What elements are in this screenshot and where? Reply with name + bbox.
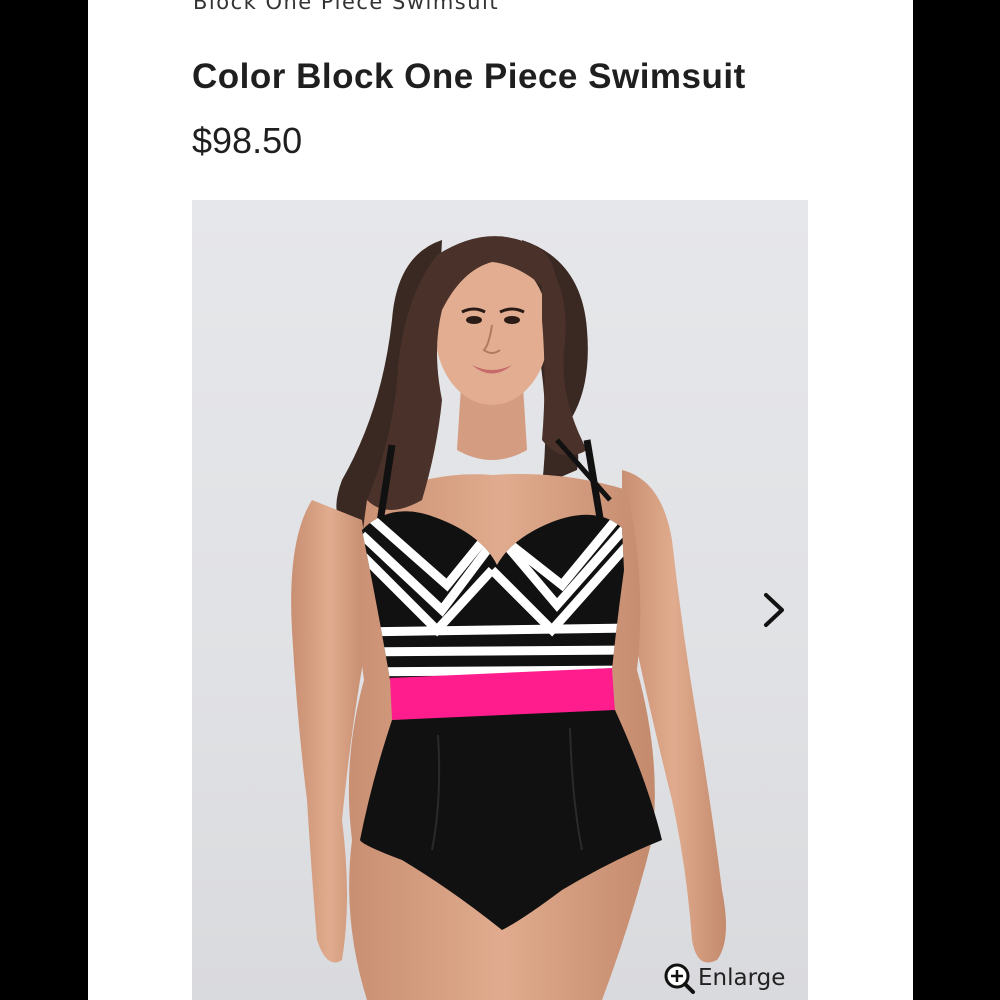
next-image-button[interactable] <box>757 590 791 630</box>
product-price: $98.50 <box>192 120 303 161</box>
enlarge-label: Enlarge <box>698 965 786 991</box>
chevron-right-icon <box>764 593 784 627</box>
product-title: Color Block One Piece Swimsuit <box>192 57 746 96</box>
enlarge-button[interactable]: Enlarge <box>662 958 785 998</box>
product-image-gallery[interactable]: Enlarge <box>192 200 808 1000</box>
zoom-in-icon <box>662 961 696 995</box>
product-page: Block One Piece Swimsuit Color Block One… <box>88 0 913 1000</box>
breadcrumb[interactable]: Block One Piece Swimsuit <box>193 0 499 14</box>
product-photo <box>291 236 726 1000</box>
